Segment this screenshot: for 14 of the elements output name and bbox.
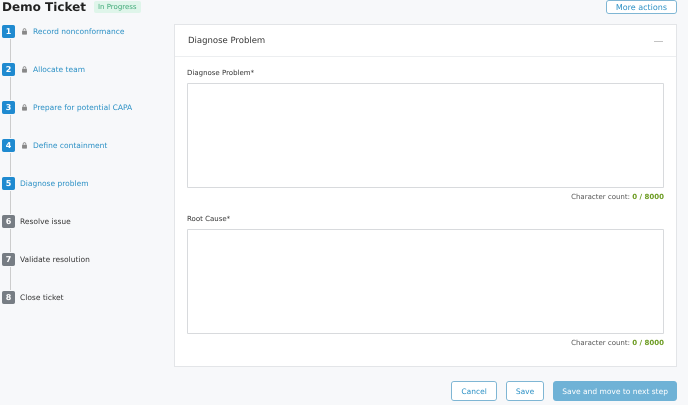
text-area[interactable] [187,229,664,334]
step-number: 2 [2,63,15,76]
step-number: 8 [2,291,15,304]
ticket-title: Demo Ticket [2,0,86,14]
step-number: 6 [2,215,15,228]
more-actions-button[interactable]: More actions [606,0,677,14]
collapse-button[interactable]: — [654,36,663,46]
step-number: 7 [2,253,15,266]
step-number: 1 [2,25,15,38]
step-number: 3 [2,101,15,114]
step-number: 5 [2,177,15,190]
step-number: 4 [2,139,15,152]
card-title: Diagnose Problem [188,36,266,46]
text-area[interactable] [187,83,664,188]
